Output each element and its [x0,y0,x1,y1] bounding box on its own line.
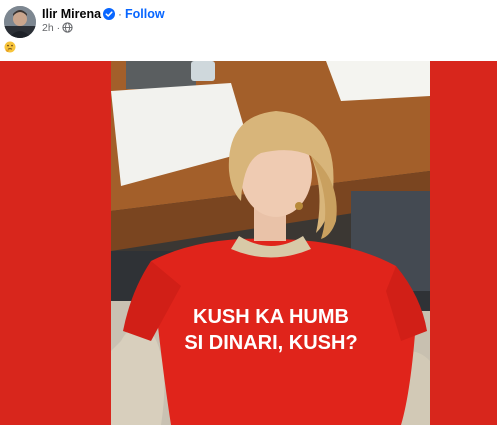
thinking-face-emoji-icon [4,41,16,53]
verified-badge-icon [103,8,115,20]
shirt-text-line1: KUSH KA HUMB [193,306,349,328]
follow-button[interactable]: Follow [125,7,165,21]
separator-dot: · [118,7,122,21]
globe-icon [62,22,73,33]
post-photo[interactable]: KUSH KA HUMB SI DINARI, KUSH? [0,61,497,425]
post-header: Ilir Mirena · Follow 2h · [0,0,497,58]
photo-illustration: KUSH KA HUMB SI DINARI, KUSH? [111,61,430,425]
avatar-image [4,6,36,38]
post-time[interactable]: 2h · [42,22,60,34]
author-name[interactable]: Ilir Mirena [42,7,101,21]
shirt-text-line2: SI DINARI, KUSH? [184,332,357,354]
photo-frame: KUSH KA HUMB SI DINARI, KUSH? [111,61,430,425]
author-avatar[interactable] [4,6,36,38]
